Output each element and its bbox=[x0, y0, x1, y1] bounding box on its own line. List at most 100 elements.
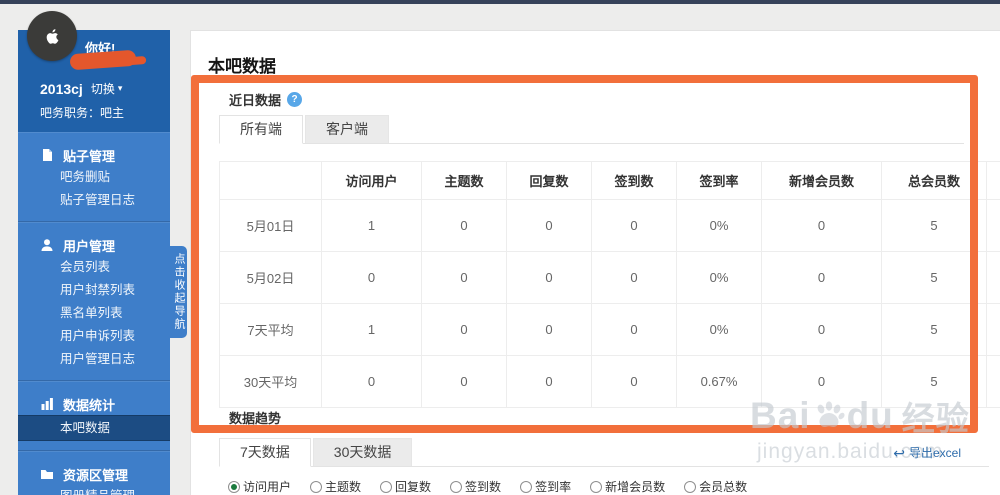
radio-icon[interactable] bbox=[450, 481, 462, 493]
radio-checked-icon[interactable] bbox=[228, 481, 240, 493]
table-header-cell: 访问用户 bbox=[322, 162, 422, 200]
table-cell: 0 bbox=[592, 356, 677, 408]
row-label: 7天平均 bbox=[220, 304, 322, 356]
app-window: 你好! 2013cj 切换 ▾ 吧务职务：吧主 贴子管理吧务删贴贴子管理日志用户… bbox=[0, 0, 1000, 495]
table-header-cell: 签到率 bbox=[677, 162, 762, 200]
table-header-row: 访问用户主题数回复数签到数签到率新增会员数总会员数 bbox=[220, 162, 1000, 200]
metric-radio[interactable]: 会员总数 bbox=[684, 478, 747, 495]
page-title: 本吧数据 bbox=[208, 52, 276, 77]
table-row: 5月01日10000%05 bbox=[220, 200, 1000, 252]
sidebar-item[interactable]: 黑名单列表 bbox=[18, 302, 170, 325]
table-cell: 0 bbox=[422, 304, 507, 356]
table-cell: 0.67% bbox=[677, 356, 762, 408]
table-row: 5月02日00000%05 bbox=[220, 252, 1000, 304]
table-cell bbox=[987, 304, 1000, 356]
sidebar-section: 数据统计本吧数据 bbox=[18, 381, 170, 451]
sidebar-section: 贴子管理吧务删贴贴子管理日志 bbox=[18, 132, 170, 222]
table-cell: 0 bbox=[322, 356, 422, 408]
table-cell: 0 bbox=[422, 252, 507, 304]
switch-label: 切换 bbox=[91, 80, 115, 97]
metric-radio-label: 回复数 bbox=[395, 478, 431, 495]
radio-icon[interactable] bbox=[520, 481, 532, 493]
export-excel-link[interactable]: ↩ 导出excel bbox=[893, 444, 961, 461]
sidebar-section-title[interactable]: 数据统计 bbox=[18, 393, 170, 415]
switch-account-button[interactable]: 切换 ▾ bbox=[91, 80, 123, 97]
sidebar-item[interactable]: 图册精品管理 bbox=[18, 485, 170, 495]
trend-section-title: 数据趋势 bbox=[229, 408, 281, 427]
metric-radio[interactable]: 签到率 bbox=[520, 478, 571, 495]
sidebar-item[interactable]: 用户申诉列表 bbox=[18, 325, 170, 348]
table-cell: 0 bbox=[507, 356, 592, 408]
table-cell: 5 bbox=[882, 200, 987, 252]
username-redaction-scribble bbox=[70, 50, 137, 71]
table-cell: 5 bbox=[882, 252, 987, 304]
metric-radio-label: 会员总数 bbox=[699, 478, 747, 495]
table-cell: 0% bbox=[677, 200, 762, 252]
radio-icon[interactable] bbox=[380, 481, 392, 493]
table-cell: 0 bbox=[422, 356, 507, 408]
table-header-cell: 总会员数 bbox=[882, 162, 987, 200]
metric-radio[interactable]: 主题数 bbox=[310, 478, 361, 495]
avatar[interactable] bbox=[27, 11, 77, 61]
sidebar-section-title[interactable]: 用户管理 bbox=[18, 234, 170, 256]
recent-data-tabs: 所有端客户端 bbox=[219, 115, 964, 144]
table-cell bbox=[987, 252, 1000, 304]
table-header-cell: 回复数 bbox=[507, 162, 592, 200]
recent-tab-active[interactable]: 所有端 bbox=[219, 115, 303, 144]
table-header-cell bbox=[220, 162, 322, 200]
recent-tab[interactable]: 客户端 bbox=[305, 115, 389, 143]
sidebar-section: 资源区管理图册精品管理 bbox=[18, 451, 170, 495]
recent-data-label: 近日数据 bbox=[229, 90, 281, 109]
table-cell: 0 bbox=[322, 252, 422, 304]
sidebar-item[interactable]: 用户封禁列表 bbox=[18, 279, 170, 302]
export-label: 导出excel bbox=[909, 444, 961, 461]
metric-radio[interactable]: 新增会员数 bbox=[590, 478, 665, 495]
table-cell: 1 bbox=[322, 200, 422, 252]
radio-icon[interactable] bbox=[590, 481, 602, 493]
metric-radio[interactable]: 回复数 bbox=[380, 478, 431, 495]
table-cell: 0 bbox=[762, 356, 882, 408]
export-arrow-icon: ↩ bbox=[893, 446, 905, 460]
sidebar-section-label: 贴子管理 bbox=[63, 146, 115, 165]
sidebar-section-label: 数据统计 bbox=[63, 395, 115, 414]
sidebar-item[interactable]: 贴子管理日志 bbox=[18, 189, 170, 212]
trend-tabs: 7天数据30天数据 bbox=[219, 438, 989, 467]
sidebar-item-current[interactable]: 本吧数据 bbox=[18, 415, 170, 441]
top-browser-strip bbox=[0, 0, 1000, 4]
table-cell: 0 bbox=[592, 252, 677, 304]
table-cell: 0 bbox=[592, 304, 677, 356]
table-cell: 0 bbox=[507, 304, 592, 356]
sidebar-item[interactable]: 会员列表 bbox=[18, 256, 170, 279]
sidebar-item[interactable]: 用户管理日志 bbox=[18, 348, 170, 371]
table-cell: 0 bbox=[762, 304, 882, 356]
role-label: 吧务职务：吧主 bbox=[40, 104, 124, 121]
main-panel: 本吧数据 近日数据 ? 所有端客户端 访问用户主题数回复数签到数签到率新增会员数… bbox=[190, 30, 1000, 495]
metric-radio-group: 访问用户 主题数 回复数 签到数 签到率 新增会员数 会员总数 bbox=[228, 478, 747, 495]
radio-icon[interactable] bbox=[310, 481, 322, 493]
trend-tab[interactable]: 30天数据 bbox=[313, 438, 413, 466]
table-cell: 0 bbox=[422, 200, 507, 252]
user-icon bbox=[40, 238, 54, 252]
sidebar-item[interactable]: 吧务删贴 bbox=[18, 166, 170, 189]
apple-logo-icon bbox=[44, 28, 61, 45]
collapse-nav-tab[interactable]: 点击收起导航 bbox=[170, 246, 187, 338]
table-cell: 0% bbox=[677, 304, 762, 356]
row-label: 5月02日 bbox=[220, 252, 322, 304]
trend-tab-active[interactable]: 7天数据 bbox=[219, 438, 311, 467]
table-header-cell: 主题数 bbox=[422, 162, 507, 200]
table-header-cell: 签到数 bbox=[592, 162, 677, 200]
radio-icon[interactable] bbox=[684, 481, 696, 493]
sidebar-section-title[interactable]: 贴子管理 bbox=[18, 144, 170, 166]
metric-radio[interactable]: 访问用户 bbox=[228, 478, 291, 495]
sidebar-section: 用户管理会员列表用户封禁列表黑名单列表用户申诉列表用户管理日志 bbox=[18, 222, 170, 381]
sidebar-menu: 贴子管理吧务删贴贴子管理日志用户管理会员列表用户封禁列表黑名单列表用户申诉列表用… bbox=[18, 132, 170, 495]
recent-data-section-title: 近日数据 ? bbox=[229, 90, 302, 109]
stats-table-wrap: 访问用户主题数回复数签到数签到率新增会员数总会员数 5月01日10000%055… bbox=[219, 161, 1000, 408]
document-icon bbox=[40, 148, 54, 162]
metric-radio[interactable]: 签到数 bbox=[450, 478, 501, 495]
table-cell: 0 bbox=[762, 200, 882, 252]
sidebar-section-title[interactable]: 资源区管理 bbox=[18, 463, 170, 485]
table-row: 30天平均00000.67%05 bbox=[220, 356, 1000, 408]
question-help-icon[interactable]: ? bbox=[287, 92, 302, 107]
table-header-cell: 新增会员数 bbox=[762, 162, 882, 200]
